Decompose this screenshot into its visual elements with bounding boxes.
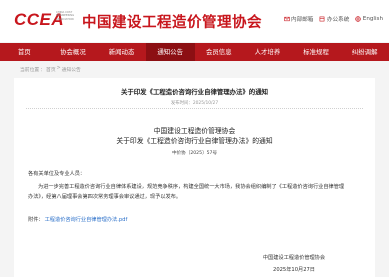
document-title: 关于印发《工程造价咨询行业自律管理办法》的通知 (116, 137, 273, 145)
document-org-header: 中国建设工程造价管理协会 (153, 127, 236, 135)
breadcrumb-label: 当前位置 (20, 68, 40, 73)
mailbox-link[interactable]: 内部邮箱 (283, 15, 314, 23)
office-system-link[interactable]: 办公系统 (319, 15, 349, 23)
mailbox-label: 内部邮箱 (291, 17, 314, 23)
nav-item-standards[interactable]: 标准规程 (292, 43, 341, 61)
office-system-label: 办公系统 (326, 17, 350, 23)
document-number: 中价协〔2025〕57号 (171, 151, 218, 156)
site-header: CCEA CHINA COST ENGINEERING ASSOCIATION … (0, 0, 389, 42)
article-title: 关于印发《工程造价咨询行业自律管理办法》的通知 (121, 88, 268, 96)
article-panel: 关于印发《工程造价咨询行业自律管理办法》的通知 发布时间：2025/10/27 … (14, 78, 375, 277)
attachment-label: 附件： (28, 217, 44, 223)
publish-date: 发布时间：2025/10/27 (170, 101, 219, 106)
english-link[interactable]: English (355, 15, 383, 23)
nav-item-news[interactable]: 新闻动态 (97, 43, 146, 61)
breadcrumb-home[interactable]: 首页 (46, 66, 56, 73)
globe-icon (355, 16, 361, 22)
main-nav: 首页 协会概况 新闻动态 通知公告 会员信息 人才培养 标准规程 纠纷调解 (0, 43, 389, 61)
breadcrumb: 当前位置：首页 > 通知公告 (20, 66, 81, 73)
nav-item-members[interactable]: 会员信息 (195, 43, 244, 61)
signature-date: 2025年10月27日 (273, 267, 315, 273)
breadcrumb-separator: ： (40, 68, 46, 73)
signature-org: 中国建设工程造价管理协会 (262, 255, 326, 261)
nav-item-home[interactable]: 首页 (0, 43, 49, 61)
site-title[interactable]: 中国建设工程造价管理协会 (82, 11, 262, 32)
english-label: English (362, 16, 383, 22)
breadcrumb-arrow: > (56, 66, 61, 71)
title-divider (26, 108, 363, 109)
breadcrumb-section[interactable]: 通知公告 (62, 66, 81, 73)
nav-item-notices[interactable]: 通知公告 (145, 43, 195, 61)
document-body: 为进一步完善工程造价咨询行业自律体系建设，规范竞争秩序，构建全国统一大市场，我协… (28, 184, 345, 200)
office-icon (320, 16, 325, 22)
utility-links: 内部邮箱 办公系统 English (283, 15, 383, 23)
document-greeting: 各有关单位及专业人员： (28, 171, 86, 177)
mail-icon (283, 16, 290, 22)
logo-subtitle: CHINA COST ENGINEERING ASSOCIATION (56, 11, 75, 21)
attachment-link[interactable]: 工程造价咨询行业自律管理办法.pdf (45, 216, 128, 223)
nav-item-about[interactable]: 协会概况 (49, 43, 98, 61)
nav-item-mediation[interactable]: 纠纷调解 (340, 43, 389, 61)
attachment-row: 附件： 工程造价咨询行业自律管理办法.pdf (28, 216, 127, 223)
nav-item-training[interactable]: 人才培养 (243, 43, 292, 61)
